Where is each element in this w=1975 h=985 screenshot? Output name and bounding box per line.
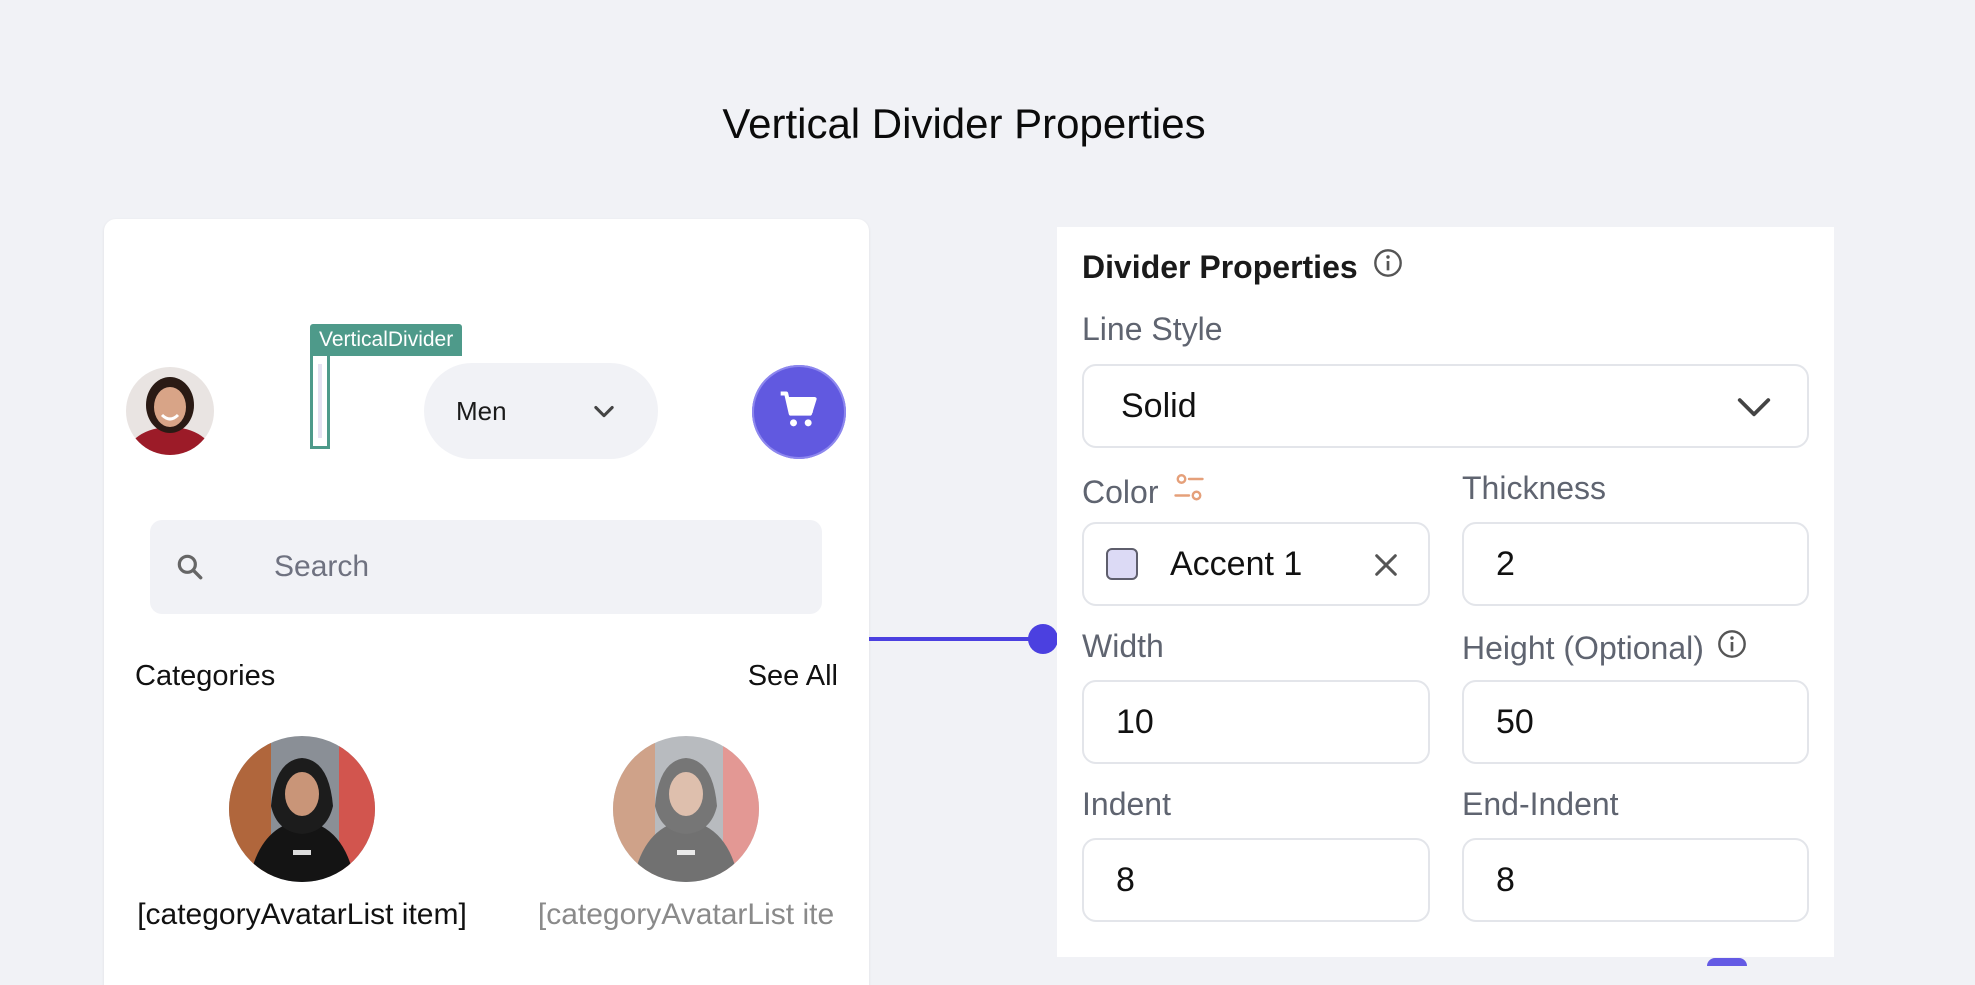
- color-value: Accent 1: [1170, 545, 1303, 583]
- height-input[interactable]: 50: [1462, 680, 1809, 764]
- info-icon[interactable]: [1372, 247, 1404, 287]
- chevron-down-icon: [1735, 392, 1773, 433]
- sliders-icon[interactable]: [1170, 470, 1208, 514]
- vertical-divider-selection-tag: VerticalDivider: [310, 324, 463, 356]
- category-item[interactable]: [categoryAvatarList item]: [122, 736, 482, 932]
- category-image: [613, 736, 759, 882]
- end-indent-value: 8: [1496, 861, 1515, 899]
- page-title: Vertical Divider Properties: [722, 100, 1206, 147]
- page: Vertical Divider Properties VerticalDivi…: [0, 0, 1975, 985]
- vertical-divider-selection[interactable]: [310, 353, 330, 449]
- end-indent-label: End-Indent: [1462, 786, 1619, 823]
- see-all-link[interactable]: See All: [748, 660, 838, 693]
- gender-dropdown-value: Men: [456, 396, 507, 426]
- height-value: 50: [1496, 703, 1534, 741]
- indent-label-text: Indent: [1082, 786, 1171, 822]
- category-image: [229, 736, 375, 882]
- end-indent-input[interactable]: 8: [1462, 838, 1809, 922]
- phone-preview-card: VerticalDivider Men Search Categories Se…: [104, 219, 869, 985]
- divider-properties-panel: Divider Properties Line Style Solid Colo…: [1057, 227, 1834, 957]
- connector-line: [869, 637, 1041, 641]
- height-label: Height (Optional): [1462, 628, 1748, 668]
- panel-title-text: Divider Properties: [1082, 248, 1358, 285]
- line-style-value: Solid: [1121, 387, 1197, 425]
- thickness-label: Thickness: [1462, 470, 1606, 507]
- indent-label: Indent: [1082, 786, 1171, 823]
- indent-input[interactable]: 8: [1082, 838, 1430, 922]
- search-icon: [174, 551, 206, 588]
- avatar[interactable]: [126, 367, 214, 455]
- categories-title: Categories: [135, 660, 276, 692]
- height-label-text: Height (Optional): [1462, 629, 1704, 666]
- connector-dot: [1028, 624, 1058, 654]
- color-swatch[interactable]: [1106, 548, 1138, 580]
- chevron-down-icon: [590, 397, 618, 430]
- search-placeholder: Search: [274, 550, 370, 583]
- width-label: Width: [1082, 628, 1164, 665]
- width-label-text: Width: [1082, 628, 1164, 664]
- category-label: [categoryAvatarList item]: [137, 898, 467, 931]
- width-value: 10: [1116, 703, 1154, 741]
- thickness-input[interactable]: 2: [1462, 522, 1809, 606]
- cart-button[interactable]: [752, 365, 846, 459]
- vertical-divider: [318, 364, 322, 438]
- color-label-text: Color: [1082, 473, 1159, 510]
- indent-value: 8: [1116, 861, 1135, 899]
- end-indent-label-text: End-Indent: [1462, 786, 1619, 822]
- color-label: Color: [1082, 470, 1208, 514]
- line-style-label: Line Style: [1082, 311, 1223, 348]
- floating-action-button[interactable]: [1707, 958, 1747, 966]
- thickness-label-text: Thickness: [1462, 470, 1607, 506]
- shopping-cart-icon: [777, 388, 821, 437]
- info-icon[interactable]: [1716, 628, 1748, 668]
- line-style-select[interactable]: Solid: [1082, 364, 1809, 448]
- panel-title: Divider Properties: [1082, 247, 1404, 287]
- search-input[interactable]: Search: [150, 520, 822, 614]
- category-label: [categoryAvatarList ite: [537, 898, 835, 931]
- gender-dropdown[interactable]: Men: [424, 363, 658, 459]
- line-style-label-text: Line Style: [1082, 311, 1223, 347]
- color-field[interactable]: Accent 1: [1082, 522, 1430, 606]
- width-input[interactable]: 10: [1082, 680, 1430, 764]
- close-icon[interactable]: [1370, 549, 1402, 590]
- category-item[interactable]: [categoryAvatarList ite: [506, 736, 866, 932]
- thickness-value: 2: [1496, 545, 1515, 583]
